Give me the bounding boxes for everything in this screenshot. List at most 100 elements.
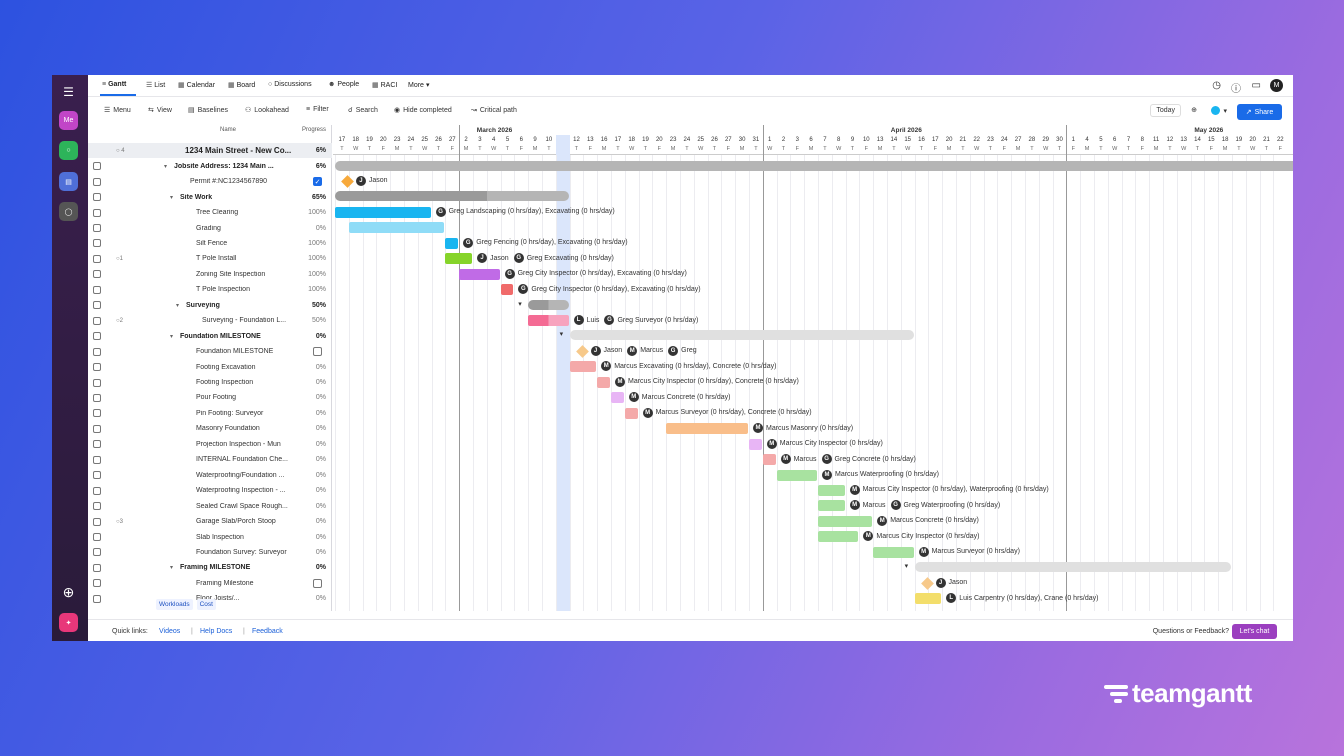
collapse-chevron-icon[interactable]: ▾ — [164, 163, 167, 170]
task-row[interactable]: Silt Fence 100% — [88, 236, 332, 251]
task-bar[interactable] — [335, 206, 431, 218]
task-row[interactable]: ○2 Surveying - Foundation L... 50% — [88, 313, 332, 328]
task-row[interactable]: Pour Footing 0% — [88, 390, 332, 405]
comment-icon[interactable]: ○1 — [116, 256, 123, 262]
task-name[interactable]: Masonry Foundation — [196, 425, 294, 432]
task-name[interactable]: Sealed Crawl Space Rough... — [196, 503, 294, 510]
collapse-chevron-icon[interactable]: ▾ — [170, 333, 173, 340]
lookahead-button[interactable]: ⚇ Lookahead — [245, 106, 289, 115]
row-checkbox[interactable] — [93, 285, 101, 294]
task-name[interactable]: Surveying - Foundation L... — [202, 317, 294, 324]
task-row[interactable]: Framing Milestone — [88, 576, 332, 591]
task-row[interactable]: ▾ Foundation MILESTONE 0% — [88, 328, 332, 343]
task-name[interactable]: Surveying — [186, 302, 294, 309]
task-row[interactable]: ○1 T Pole Install 100% — [88, 251, 332, 266]
task-row[interactable]: Masonry Foundation 0% — [88, 421, 332, 436]
task-row[interactable]: Permit #:NC1234567890 ✓ — [88, 174, 332, 189]
task-name[interactable]: Jobsite Address: 1234 Main ... — [174, 163, 294, 170]
task-row[interactable]: Foundation Survey: Surveyor 0% — [88, 545, 332, 560]
milestone-checkbox[interactable] — [313, 578, 322, 588]
task-name[interactable]: INTERNAL Foundation Che... — [196, 456, 294, 463]
reports-icon[interactable]: ▤ — [59, 172, 78, 191]
tab-raci[interactable]: ▦ RACI — [372, 81, 397, 90]
critical-path-button[interactable]: ↝ Critical path — [471, 106, 517, 115]
group-collapse-icon[interactable]: ▾ — [560, 330, 564, 338]
task-name[interactable]: Footing Excavation — [196, 364, 294, 371]
task-row[interactable]: Projection Inspection - Mun 0% — [88, 437, 332, 452]
row-checkbox[interactable] — [93, 424, 101, 433]
task-bar[interactable] — [666, 423, 748, 435]
tab-calendar[interactable]: ▦ Calendar — [178, 81, 215, 90]
task-bar[interactable] — [500, 284, 514, 296]
help-icon[interactable]: ⓘ — [1231, 80, 1241, 95]
task-bar[interactable] — [749, 438, 762, 450]
group-bar[interactable] — [569, 330, 914, 341]
task-bar[interactable] — [818, 515, 873, 527]
hide-completed-button[interactable]: ◉ Hide completed — [394, 106, 452, 115]
task-bar[interactable] — [459, 268, 500, 280]
row-checkbox[interactable] — [93, 239, 101, 248]
row-checkbox[interactable] — [93, 301, 101, 310]
task-row[interactable]: Pin Footing: Surveyor 0% — [88, 406, 332, 421]
comment-icon[interactable]: ○ 4 — [116, 148, 125, 154]
tab-people[interactable]: ☻ People — [328, 81, 359, 88]
milestone-checkbox[interactable]: ✓ — [313, 177, 322, 187]
task-name[interactable]: Foundation MILESTONE — [180, 333, 294, 340]
tab-discussions[interactable]: ○ Discussions — [268, 81, 312, 88]
task-bar[interactable] — [445, 237, 459, 249]
task-row[interactable]: ○3 Garage Slab/Porch Stoop 0% — [88, 514, 332, 529]
task-name[interactable]: Site Work — [180, 194, 294, 201]
row-checkbox[interactable] — [93, 594, 101, 603]
cost-tab[interactable]: Cost — [196, 599, 216, 610]
row-checkbox[interactable] — [93, 254, 101, 263]
row-checkbox[interactable] — [93, 440, 101, 449]
comment-icon[interactable]: ○3 — [116, 519, 123, 525]
milestone-diamond[interactable] — [920, 576, 934, 590]
task-name[interactable]: Foundation MILESTONE — [196, 348, 294, 355]
chat-icon[interactable]: ○ — [59, 141, 78, 160]
tab-list[interactable]: ☰ List — [146, 81, 165, 90]
task-name[interactable]: Framing MILESTONE — [180, 564, 294, 571]
task-row[interactable]: ▾ Jobsite Address: 1234 Main ... 6% — [88, 159, 332, 174]
user-avatar[interactable]: M — [1270, 79, 1283, 92]
menu-logo-icon[interactable]: ☰ — [59, 82, 78, 101]
task-name[interactable]: Silt Fence — [196, 240, 294, 247]
task-row[interactable]: Foundation MILESTONE — [88, 344, 332, 359]
search-button[interactable]: ☌ Search — [348, 106, 378, 115]
task-name[interactable]: Zoning Site Inspection — [196, 271, 294, 278]
today-button[interactable]: Today — [1150, 104, 1181, 117]
row-checkbox[interactable] — [93, 378, 101, 387]
task-row[interactable]: INTERNAL Foundation Che... 0% — [88, 452, 332, 467]
milestone-checkbox[interactable] — [313, 347, 322, 357]
row-checkbox[interactable] — [93, 502, 101, 511]
task-bar[interactable] — [818, 531, 859, 543]
baselines-button[interactable]: ▤ Baselines — [188, 106, 228, 115]
task-row[interactable]: Waterproofing/Foundation ... 0% — [88, 468, 332, 483]
group-bar[interactable] — [528, 299, 569, 310]
tab-more[interactable]: More ▾ — [408, 81, 429, 90]
workloads-tab[interactable]: Workloads — [156, 599, 193, 610]
task-row[interactable]: T Pole Inspection 100% — [88, 282, 332, 297]
tab-board[interactable]: ▦ Board — [228, 81, 255, 90]
collapse-chevron-icon[interactable]: ▾ — [176, 302, 179, 309]
zoom-icon[interactable]: ⊕ — [1191, 106, 1197, 114]
row-checkbox[interactable] — [93, 162, 101, 171]
share-button[interactable]: ↗ Share — [1237, 104, 1282, 120]
group-bar[interactable] — [335, 191, 569, 202]
timer-icon[interactable]: ◷ — [1212, 80, 1221, 91]
help-docs-link[interactable]: Help Docs — [200, 628, 232, 635]
task-row[interactable]: ▾ Site Work 65% — [88, 189, 332, 204]
lets-chat-button[interactable]: Let's chat — [1232, 624, 1277, 639]
task-name[interactable]: Projection Inspection - Mun — [196, 441, 294, 448]
milestone-diamond[interactable] — [341, 175, 354, 188]
task-row[interactable]: Zoning Site Inspection 100% — [88, 267, 332, 282]
task-row[interactable]: Grading 0% — [88, 220, 332, 235]
task-name[interactable]: Grading — [196, 225, 294, 232]
me-button[interactable]: Me — [59, 111, 78, 130]
task-name[interactable]: Footing Inspection — [196, 379, 294, 386]
task-name[interactable]: Tree Clearing — [196, 209, 294, 216]
task-row[interactable]: Waterproofing Inspection - ... 0% — [88, 483, 332, 498]
row-checkbox[interactable] — [93, 471, 101, 480]
task-bar[interactable] — [914, 593, 942, 605]
row-checkbox[interactable] — [93, 347, 101, 356]
